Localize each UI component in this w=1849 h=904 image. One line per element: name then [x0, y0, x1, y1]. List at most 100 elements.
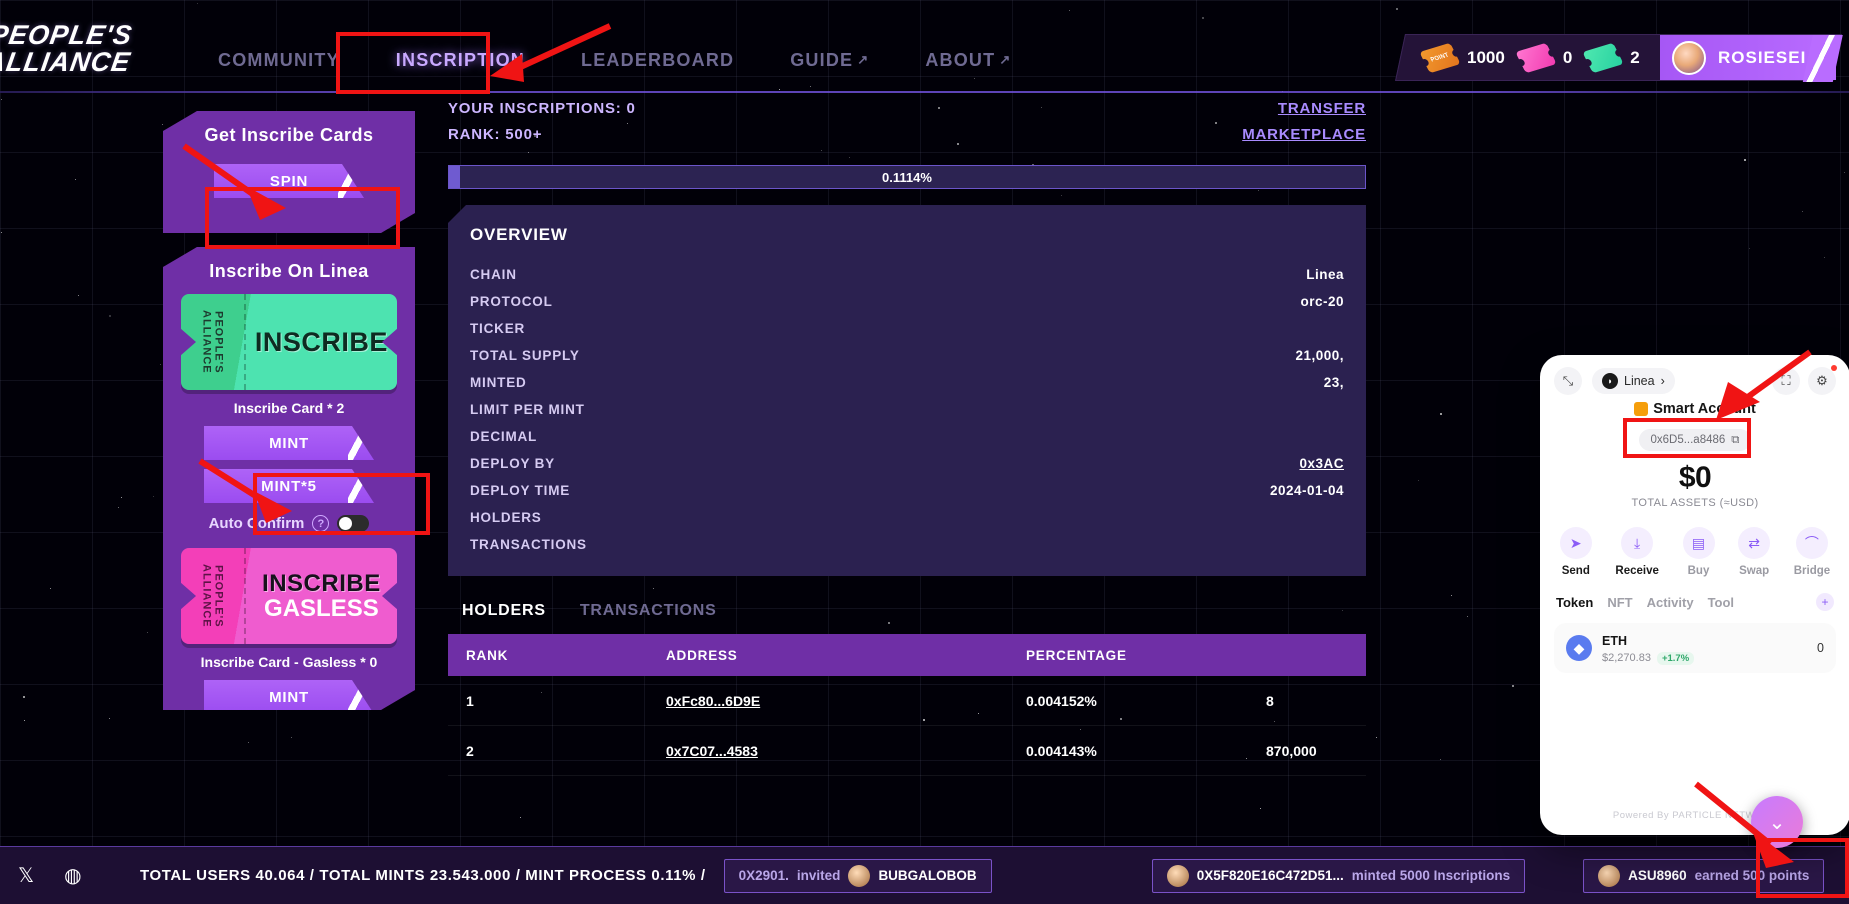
overview-key: DEPLOY TIME [470, 483, 571, 498]
gear-icon[interactable]: ⚙ [1808, 365, 1837, 395]
overview-key: LIMIT PER MINT [470, 402, 585, 417]
star [153, 495, 155, 497]
mint-x5-button[interactable]: MINT*5 [204, 469, 374, 503]
add-token-button[interactable]: + [1816, 593, 1834, 611]
event-chip: 0X5F820E16C472D51... minted 5000 Inscrip… [1151, 858, 1526, 893]
top-links: TRANSFER MARKETPLACE [1242, 100, 1366, 152]
bridge-icon: ⌒ [1795, 527, 1828, 559]
star [109, 314, 112, 317]
star [1844, 171, 1846, 173]
site-logo[interactable]: PEOPLE'S ALLIANCE [0, 20, 137, 77]
avatar [1671, 40, 1706, 75]
overview-value: 21,000, [1295, 348, 1344, 363]
tab-transactions[interactable]: TRANSACTIONS [580, 602, 717, 620]
button-chevron-decor [372, 681, 388, 697]
scan-icon[interactable]: ⛶ [1772, 367, 1800, 395]
earn-text: earned 500 points [1694, 868, 1810, 883]
copy-icon[interactable]: ⧉ [1731, 434, 1739, 447]
ticket-brand: PEOPLE'S ALLIANCE [200, 548, 224, 644]
inscribe-ticket-icon [1582, 42, 1624, 73]
cell-rank: 2 [466, 742, 474, 759]
ticket-brand-line-1: PEOPLE'S [212, 564, 225, 628]
overview-value[interactable]: 0x3AC [1299, 456, 1344, 471]
mint-x5-button-label: MINT*5 [261, 477, 317, 495]
address-link[interactable]: 0x7C07...4583 [666, 743, 758, 759]
overview-key: DECIMAL [470, 429, 538, 444]
avatar [1598, 864, 1621, 887]
button-chevron-decor [372, 470, 388, 486]
token-row-eth[interactable]: ◆ ETH $2,270.83 +1.7% 0 [1554, 623, 1836, 673]
overview-row: PROTOCOL orc-20 [470, 288, 1344, 315]
wallet-tab-tool[interactable]: Tool [1708, 595, 1734, 610]
overview-value: orc-20 [1300, 294, 1344, 309]
receive-icon: ⤓ [1621, 527, 1654, 559]
nav-item-about[interactable]: ABOUT ↗ [897, 40, 1039, 81]
account-bar[interactable]: POINT 1000 0 2 ROSIESEI [1394, 34, 1843, 82]
wallet-tab-token[interactable]: Token [1556, 595, 1593, 610]
star [520, 816, 521, 818]
marketplace-link[interactable]: MARKETPLACE [1242, 126, 1366, 143]
button-chevron-decor [362, 165, 378, 181]
expand-icon[interactable]: ⤡ [1554, 367, 1582, 395]
cell-address[interactable]: 0xFc80...6D9E [648, 693, 1008, 709]
receive-button[interactable]: ⤓ Receive [1615, 527, 1659, 577]
ticket-brand-line-2: ALLIANCE [200, 564, 213, 628]
eth-icon: ◆ [1566, 635, 1592, 661]
cell-address[interactable]: 0x7C07...4583 [648, 743, 1008, 759]
wallet-toolbar: ⤡ ◗ Linea › ⛶ ⚙ [1540, 355, 1849, 395]
overview-key: PROTOCOL [470, 294, 553, 309]
spin-button[interactable]: SPIN [214, 164, 364, 198]
site-header: PEOPLE'S ALLIANCE COMMUNITY INSCRIPTION … [0, 0, 1849, 93]
wallet-tab-activity[interactable]: Activity [1647, 595, 1694, 610]
tab-holders[interactable]: HOLDERS [462, 602, 546, 620]
star [120, 497, 122, 499]
transfer-link[interactable]: TRANSFER [1242, 100, 1366, 117]
gasless-ticket-line-1: INSCRIBE [262, 570, 381, 597]
mint-button[interactable]: MINT [204, 426, 374, 460]
header-divider [0, 91, 1849, 93]
token-amount: 0 [1817, 641, 1824, 655]
column-header-percentage: PERCENTAGE [1026, 647, 1127, 663]
wallet-address-chip[interactable]: 0x6D5...a8486 ⧉ [1639, 429, 1751, 451]
help-icon[interactable]: ? [312, 515, 329, 532]
wallet-actions: ➤ Send ⤓ Receive ▤ Buy ⇄ Swap ⌒ Bridge [1540, 527, 1849, 577]
nav-item-inscription[interactable]: INSCRIPTION [368, 40, 553, 81]
wallet-tab-nft[interactable]: NFT [1607, 595, 1632, 610]
gasless-mint-button[interactable]: MINT [204, 680, 374, 714]
bridge-button[interactable]: ⌒ Bridge [1794, 527, 1830, 577]
nav-item-leaderboard[interactable]: LEADERBOARD [553, 40, 762, 81]
nav-item-guide[interactable]: GUIDE ↗ [762, 40, 897, 81]
chevron-down-icon[interactable]: ⌄ [1751, 796, 1803, 848]
nav-item-community[interactable]: COMMUNITY [190, 40, 368, 81]
chain-selector[interactable]: ◗ Linea › [1592, 368, 1675, 394]
auto-confirm-toggle[interactable] [337, 515, 369, 532]
send-button[interactable]: ➤ Send [1559, 527, 1592, 577]
account-emoji-icon [1634, 402, 1649, 416]
button-gloss [348, 680, 378, 714]
star [50, 587, 52, 589]
global-stats-label: TOTAL USERS 40.064 / TOTAL MINTS 23.543.… [140, 867, 706, 884]
token-symbol: ETH [1602, 633, 1627, 648]
earn-chip: ASU8960 earned 500 points [1583, 858, 1825, 893]
overview-value: Linea [1306, 267, 1344, 282]
star [1439, 413, 1442, 416]
invite-user: BUBGALOBOB [878, 868, 977, 883]
star [1375, 736, 1377, 738]
token-info: ETH $2,270.83 +1.7% [1602, 632, 1695, 665]
address-link[interactable]: 0xFc80...6D9E [666, 693, 760, 709]
buy-button[interactable]: ▤ Buy [1682, 527, 1715, 577]
wallet-toolbar-right: ⛶ ⚙ [1772, 365, 1837, 395]
token-price-row: $2,270.83 +1.7% [1602, 651, 1695, 665]
toggle-knob [339, 517, 352, 530]
star [1451, 594, 1453, 596]
avatar [848, 864, 871, 887]
swap-icon: ⇄ [1738, 527, 1771, 559]
column-header-address: ADDRESS [666, 647, 738, 663]
x-icon[interactable]: 𝕏 [18, 863, 34, 888]
star [160, 363, 162, 365]
notification-badge [1831, 365, 1837, 371]
discord-icon[interactable]: ◍ [64, 863, 81, 888]
bridge-label: Bridge [1793, 565, 1831, 577]
swap-button[interactable]: ⇄ Swap [1738, 527, 1771, 577]
chain-label: Linea [1624, 374, 1655, 388]
